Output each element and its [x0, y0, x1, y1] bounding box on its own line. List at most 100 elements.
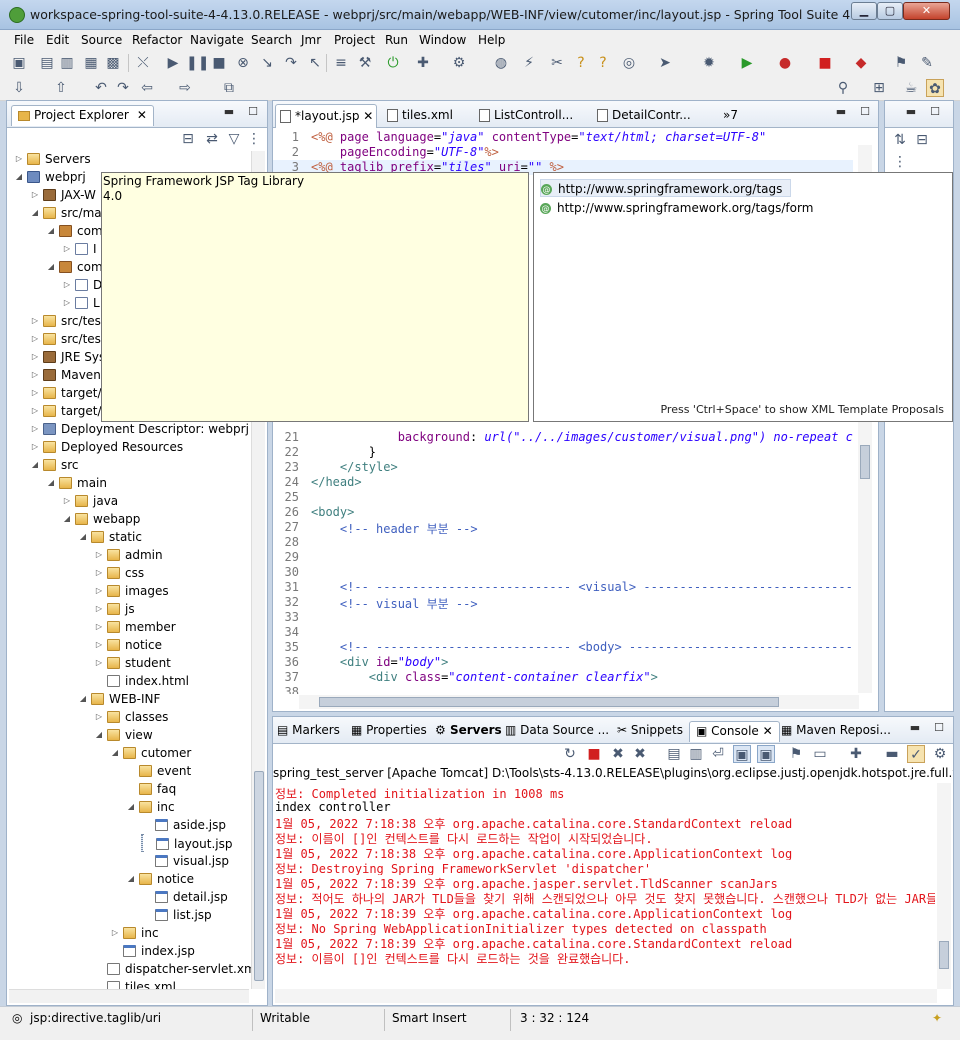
code-line[interactable]: 29: [273, 550, 853, 565]
globe-icon[interactable]: ◍: [492, 54, 510, 72]
perspective-java-icon[interactable]: ☕: [902, 79, 920, 97]
task-icon[interactable]: ⚑: [892, 54, 910, 72]
expand-arrow-icon[interactable]: ▷: [93, 582, 105, 600]
minimize-view-icon[interactable]: ▬: [883, 745, 901, 763]
tab-detail-controller[interactable]: DetailContr...: [593, 104, 691, 128]
terminate-icon[interactable]: ■: [585, 745, 603, 763]
close-icon[interactable]: ✕: [137, 108, 147, 122]
code-line[interactable]: 38: [273, 685, 853, 694]
expand-arrow-icon[interactable]: ▷: [93, 564, 105, 582]
code-line[interactable]: 30: [273, 565, 853, 580]
menu-refactor[interactable]: Refactor: [132, 33, 182, 47]
collapse-arrow-icon[interactable]: ◢: [77, 528, 89, 546]
code-line[interactable]: 26 <body>: [273, 505, 853, 520]
code-line[interactable]: 28: [273, 535, 853, 550]
expand-arrow-icon[interactable]: ▷: [93, 636, 105, 654]
tab-servers[interactable]: ⚙ Servers: [435, 721, 502, 742]
tab-console[interactable]: ▣ Console ✕: [689, 721, 780, 742]
tab-properties[interactable]: ▦ Properties: [351, 721, 427, 742]
console-icon[interactable]: ▩: [104, 54, 122, 72]
proposal-item[interactable]: @ http://www.springframework.org/tags: [540, 179, 792, 197]
code-line[interactable]: 2 pageEncoding="UTF-8"%>: [273, 145, 853, 160]
maximize-button[interactable]: ▢: [877, 2, 903, 20]
tools-icon[interactable]: ✂: [548, 54, 566, 72]
display-console-icon[interactable]: ▭: [811, 745, 829, 763]
tab-markers[interactable]: ▤ Markers: [277, 721, 340, 742]
pin-icon[interactable]: ✎: [918, 54, 936, 72]
clear-console-icon[interactable]: ▤: [665, 745, 683, 763]
collapse-all-icon[interactable]: ⊟: [179, 130, 197, 148]
maximize-icon[interactable]: ☐: [929, 106, 941, 118]
run-icon[interactable]: ▶: [738, 54, 756, 72]
expand-arrow-icon[interactable]: ▷: [61, 276, 73, 294]
editor-horizontal-scrollbar[interactable]: [299, 695, 859, 709]
menu-file[interactable]: File: [14, 33, 34, 47]
power-icon[interactable]: ⏻: [384, 54, 402, 72]
annotation-icon[interactable]: ⇩: [10, 79, 28, 97]
search-flash-icon[interactable]: ⚡: [520, 54, 538, 72]
run-server-icon[interactable]: ●: [776, 54, 794, 72]
hammer-icon[interactable]: ⚒: [356, 54, 374, 72]
collapse-icon[interactable]: ⊟: [913, 131, 931, 149]
scroll-thumb[interactable]: [254, 771, 264, 981]
tab-maven-repositories[interactable]: ▦ Maven Reposi...: [781, 721, 891, 742]
forward-icon[interactable]: ⇨: [176, 79, 194, 97]
scroll-thumb[interactable]: [939, 941, 949, 969]
expand-arrow-icon[interactable]: ▷: [93, 600, 105, 618]
tab-overflow[interactable]: »7: [719, 104, 738, 128]
expand-arrow-icon[interactable]: ▷: [29, 186, 41, 204]
disconnect-icon[interactable]: ⊗: [234, 54, 252, 72]
code-line[interactable]: 37 <div class="content-container clearfi…: [273, 670, 853, 685]
open-console-icon[interactable]: ✚: [847, 745, 865, 763]
skip-breakpoints-icon[interactable]: ⤬: [134, 54, 152, 72]
save-all-icon[interactable]: ▥: [58, 54, 76, 72]
minimize-icon[interactable]: ▬: [223, 106, 235, 118]
collapse-arrow-icon[interactable]: ◢: [45, 222, 57, 240]
menu-search[interactable]: Search: [251, 33, 292, 47]
code-line[interactable]: 25: [273, 490, 853, 505]
expand-arrow-icon[interactable]: ▷: [93, 618, 105, 636]
last-edit-icon[interactable]: ↶: [92, 79, 110, 97]
quick-access-search-icon[interactable]: ⚲: [834, 79, 852, 97]
view-menu-icon[interactable]: ⋮: [245, 130, 263, 148]
expand-arrow-icon[interactable]: ▷: [61, 240, 73, 258]
step-over-icon[interactable]: ↷: [282, 54, 300, 72]
expand-arrow-icon[interactable]: ▷: [109, 924, 121, 942]
gear-icon[interactable]: ⚙: [931, 745, 949, 763]
terminate-icon[interactable]: ■: [210, 54, 228, 72]
code-line[interactable]: 24 </head>: [273, 475, 853, 490]
pin-console-icon[interactable]: ⚑: [787, 745, 805, 763]
perspective-spring-icon[interactable]: ✿: [926, 79, 944, 97]
collapse-arrow-icon[interactable]: ◢: [13, 168, 25, 186]
code-line[interactable]: 22 }: [273, 445, 853, 460]
debug-icon[interactable]: ✹: [700, 54, 718, 72]
remove-all-icon[interactable]: ✖: [631, 745, 649, 763]
close-icon[interactable]: ✕: [363, 109, 373, 123]
code-line[interactable]: 27 <!-- header 부분 -->: [273, 520, 853, 536]
word-wrap-icon[interactable]: ⏎: [709, 745, 727, 763]
close-button[interactable]: ✕: [903, 2, 950, 20]
tab-data-source[interactable]: ▥ Data Source ...: [505, 721, 609, 742]
scroll-lock-icon[interactable]: ▥: [687, 745, 705, 763]
minimize-icon[interactable]: ▬: [905, 106, 917, 118]
maximize-icon[interactable]: ☐: [247, 106, 259, 118]
pin-editor-icon[interactable]: ⧉: [220, 79, 238, 97]
expand-arrow-icon[interactable]: ▷: [61, 294, 73, 312]
explorer-horizontal-scrollbar[interactable]: [9, 989, 249, 1003]
expand-arrow-icon[interactable]: ▷: [61, 492, 73, 510]
collapse-arrow-icon[interactable]: ◢: [125, 798, 137, 816]
expand-arrow-icon[interactable]: ▷: [29, 330, 41, 348]
menu-run[interactable]: Run: [385, 33, 408, 47]
gear-icon[interactable]: ⚙: [450, 54, 468, 72]
expand-arrow-icon[interactable]: ▷: [29, 348, 41, 366]
tab-snippets[interactable]: ✂ Snippets: [617, 721, 683, 742]
minimize-icon[interactable]: ▬: [909, 722, 921, 734]
minimize-button[interactable]: ▁: [851, 2, 877, 20]
expand-arrow-icon[interactable]: ▷: [93, 546, 105, 564]
new-icon[interactable]: ▣: [10, 54, 28, 72]
code-line[interactable]: 32 <!-- visual 부분 -->: [273, 595, 853, 611]
collapse-arrow-icon[interactable]: ◢: [109, 744, 121, 762]
code-line[interactable]: 31 <!-- --------------------------- <vis…: [273, 580, 853, 595]
menu-edit[interactable]: Edit: [46, 33, 69, 47]
restart-icon[interactable]: ↻: [561, 745, 579, 763]
